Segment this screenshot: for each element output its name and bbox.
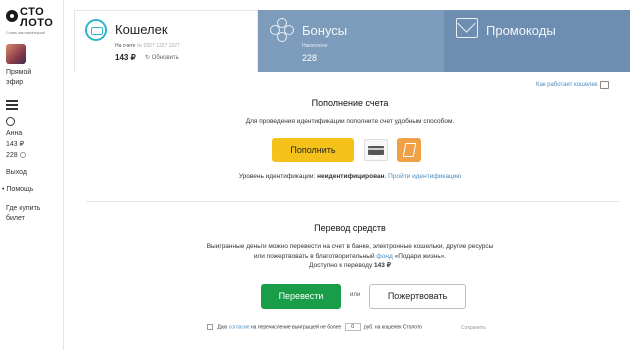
where-to-buy-link[interactable]: Где купить билет bbox=[6, 204, 50, 224]
donate-button[interactable]: Пожертвовать bbox=[369, 284, 466, 309]
account-number: № 0327 1227 1327 bbox=[136, 43, 180, 49]
live-stream-thumbnail[interactable] bbox=[6, 44, 26, 64]
consent-row: Даю согласие на перечисление выигрышей н… bbox=[207, 323, 422, 331]
tab-promo[interactable]: Промокоды bbox=[444, 10, 630, 72]
how-wallet-works-link[interactable]: Как работает кошелек bbox=[536, 82, 597, 88]
transfer-button[interactable]: Перевести bbox=[261, 284, 341, 309]
or-text: или bbox=[350, 292, 361, 298]
user-balance[interactable]: 143 ₽ bbox=[6, 140, 24, 150]
consent-amount-input[interactable]: 0 bbox=[344, 323, 361, 331]
ident-prefix: Уровень идентификации: bbox=[238, 173, 316, 180]
bank-card-icon[interactable] bbox=[364, 139, 388, 161]
account-label-text: На счете bbox=[115, 43, 136, 49]
tab-wallet-title: Кошелек bbox=[115, 22, 168, 37]
refresh-button[interactable]: ↻ Обновить bbox=[145, 54, 179, 61]
consent-post: руб. на кошелек Столото bbox=[364, 324, 422, 331]
user-bonus-value: 228 bbox=[6, 152, 18, 159]
stoloto-logo[interactable]: СТО ЛОТО Стань миллионером! bbox=[4, 4, 62, 40]
wallet-icon bbox=[85, 19, 107, 41]
menu-icon[interactable] bbox=[6, 100, 18, 110]
logout-link[interactable]: Выход bbox=[6, 168, 27, 178]
identification-level: Уровень идентификации: неидентифицирован… bbox=[238, 173, 462, 180]
clover-icon bbox=[270, 18, 294, 42]
logo-text-line2: ЛОТО bbox=[20, 17, 54, 29]
bonus-coin-icon bbox=[19, 152, 26, 159]
user-name[interactable]: Анна bbox=[6, 129, 22, 139]
consent-checkbox[interactable] bbox=[207, 324, 213, 330]
left-sidebar: СТО ЛОТО Стань миллионером! Прямой эфир … bbox=[0, 0, 64, 350]
bonus-value: 228 bbox=[302, 53, 318, 63]
deposit-button[interactable]: Пополнить bbox=[272, 138, 354, 162]
tab-bonus[interactable]: Бонусы Накоплено 228 bbox=[258, 10, 444, 72]
info-box-icon[interactable] bbox=[600, 81, 609, 89]
consent-mid: на перечисление выигрышей не более bbox=[250, 324, 342, 331]
fund-link[interactable]: фонд bbox=[376, 253, 392, 260]
consent-link[interactable]: согласие bbox=[229, 324, 250, 330]
deposit-title: Пополнение счета bbox=[311, 98, 389, 108]
deposit-text: Для проведения идентификации пополните с… bbox=[245, 118, 455, 125]
tab-promo-title: Промокоды bbox=[486, 23, 556, 38]
tab-wallet[interactable]: Кошелек На счете № 0327 1227 1327 143 ₽ … bbox=[74, 10, 258, 72]
logo-tagline: Стань миллионером! bbox=[6, 30, 46, 35]
section-divider bbox=[86, 201, 620, 202]
user-icon[interactable] bbox=[6, 117, 15, 126]
refresh-icon: ↻ bbox=[145, 55, 152, 61]
refresh-label: Обновить bbox=[151, 55, 179, 61]
ident-link[interactable]: Пройти идентификацию bbox=[388, 173, 461, 180]
ident-status: неидентифицирован bbox=[317, 173, 385, 180]
transfer-title: Перевод средств bbox=[314, 223, 386, 233]
save-button[interactable]: Сохранить bbox=[461, 325, 486, 331]
yandex-money-icon[interactable] bbox=[397, 138, 421, 162]
logo-ball-icon bbox=[6, 10, 18, 22]
transfer-text-line2-pre: или пожертвовать в благотворительный bbox=[253, 252, 375, 260]
consent-pre: Даю bbox=[217, 324, 228, 331]
account-label: На счете № 0327 1227 1327 bbox=[115, 43, 180, 49]
live-stream-link[interactable]: Прямой эфир bbox=[6, 68, 46, 88]
transfer-text-line2: или пожертвовать в благотворительный фон… bbox=[150, 252, 550, 262]
available-label: Доступно к переводу bbox=[309, 262, 373, 269]
wallet-tabs: Кошелек На счете № 0327 1227 1327 143 ₽ … bbox=[74, 10, 630, 72]
user-bonus[interactable]: 228 bbox=[6, 151, 26, 161]
bonus-subtitle: Накоплено bbox=[302, 43, 328, 49]
envelope-icon bbox=[456, 18, 478, 38]
available-value: 143 ₽ bbox=[374, 262, 391, 269]
wallet-balance: 143 ₽ bbox=[115, 53, 136, 62]
wallet-page: СТО ЛОТО Стань миллионером! Прямой эфир … bbox=[0, 0, 640, 350]
available-amount: Доступно к переводу 143 ₽ bbox=[150, 261, 550, 271]
transfer-text: Выигранные деньги можно перевести на сче… bbox=[150, 242, 550, 271]
tab-bonus-title: Бонусы bbox=[302, 23, 348, 38]
transfer-text-line1: Выигранные деньги можно перевести на сче… bbox=[206, 243, 494, 250]
help-link-sidebar[interactable]: • Помощь bbox=[2, 185, 33, 195]
transfer-text-line2-post: «Подари жизнь». bbox=[394, 252, 447, 260]
